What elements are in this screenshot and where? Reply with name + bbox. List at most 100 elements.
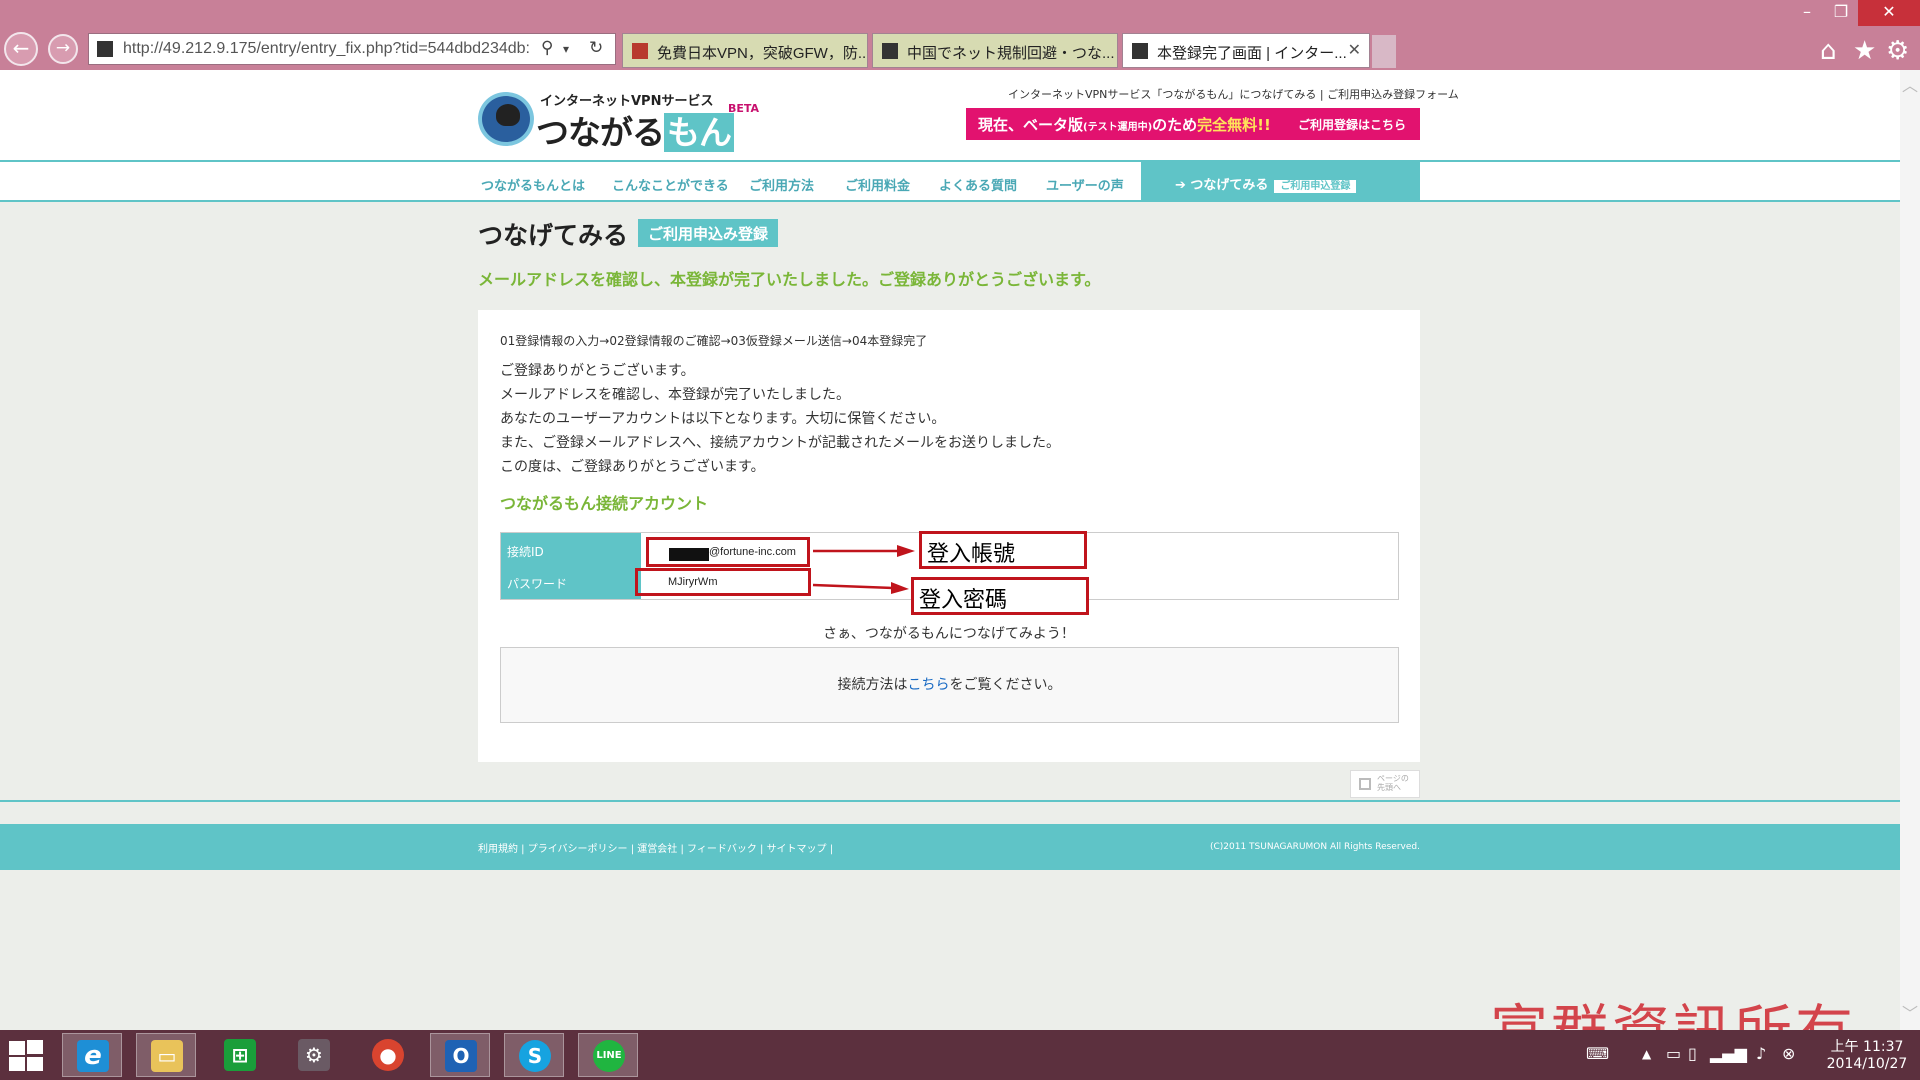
connection-id-label: 接続ID <box>507 545 544 559</box>
refresh-icon[interactable]: ↻ <box>589 38 603 58</box>
footer-link-company[interactable]: 運営会社 <box>637 844 677 855</box>
gear-icon[interactable]: ⚙ <box>1886 36 1909 66</box>
skype-icon: S <box>519 1040 551 1072</box>
forward-arrow-icon: → <box>55 38 71 58</box>
nav-item-faq[interactable]: よくある質問 <box>939 175 1017 194</box>
beta-banner[interactable]: 現在、ベータ版(テスト運用中)のため完全無料!! ご利用登録はこちら <box>966 108 1420 140</box>
signal-icon[interactable]: ▂▄▆ <box>1710 1044 1747 1063</box>
page-title-badge: ご利用申込み登録 <box>638 219 779 247</box>
page-top-button[interactable]: ページの 先頭へ <box>1350 770 1420 798</box>
tab-favicon <box>1132 43 1148 59</box>
tab-vpn-japanese[interactable]: 中国でネット規制回避・つな... <box>872 33 1118 68</box>
chevron-down-icon[interactable]: ▾ <box>563 42 569 56</box>
message-line: また、ご登録メールアドレスへ、接続アカウントが記載されたメールをお送りしました。 <box>500 435 1060 451</box>
vertical-scrollbar[interactable]: ︿ ﹀ <box>1900 70 1920 1030</box>
search-icon[interactable]: ⚲ <box>541 38 553 58</box>
page-top-label-a: ページの <box>1377 774 1409 783</box>
taskbar-app-device[interactable]: ⚙ <box>284 1033 344 1077</box>
taskbar-app-line[interactable]: LINE <box>578 1033 638 1077</box>
nav-item-pricing[interactable]: ご利用料金 <box>845 175 910 194</box>
clock-time[interactable]: 上午 11:37 <box>1822 1036 1912 1056</box>
taskbar-app-skype[interactable]: S <box>504 1033 564 1077</box>
howto-link[interactable]: こちら <box>908 677 950 693</box>
footer-link-terms[interactable]: 利用規約 <box>478 844 518 855</box>
taskbar-app-chrome[interactable]: ● <box>358 1033 418 1077</box>
footer-divider <box>0 800 1900 802</box>
taskbar-app-outlook[interactable]: O <box>430 1033 490 1077</box>
nav-item-usage[interactable]: ご利用方法 <box>749 175 814 194</box>
global-nav: つながるもんとは こんなことができる ご利用方法 ご利用料金 よくある質問 ユー… <box>0 162 1900 202</box>
show-hidden-icons-icon[interactable]: ▲ <box>1642 1047 1651 1061</box>
footer-link-sitemap[interactable]: サイトマップ <box>767 844 827 855</box>
account-table: 接続ID パスワード @fortune-inc.com MJiryrWm 登入帳… <box>500 531 1399 615</box>
back-arrow-icon: ← <box>12 36 30 60</box>
close-window-button[interactable]: ✕ <box>1858 0 1920 26</box>
internet-explorer-icon: e <box>77 1040 109 1072</box>
taskbar-app-store[interactable]: ⊞ <box>210 1033 270 1077</box>
star-icon[interactable]: ★ <box>1853 36 1876 66</box>
logo-cat-icon <box>478 92 534 146</box>
display-icon[interactable]: ▭ <box>1666 1044 1681 1063</box>
nav-connect-label: つなげてみる <box>1190 178 1269 193</box>
arrow-right-icon: ➔ <box>1175 178 1191 193</box>
banner-text-c: のため <box>1152 116 1198 134</box>
file-explorer-icon: ▭ <box>151 1040 183 1072</box>
footer-links: 利用規約 | プライバシーポリシー | 運営会社 | フィードバック | サイト… <box>478 844 834 855</box>
logo-wordmark: つながるもん <box>536 106 734 154</box>
keyboard-icon[interactable]: ⌨ <box>1586 1044 1609 1063</box>
store-icon: ⊞ <box>224 1039 256 1071</box>
howto-prefix: 接続方法は <box>837 677 908 693</box>
nav-item-connect[interactable]: ➔ つなげてみる ご利用申込登録 <box>1141 162 1420 202</box>
forward-button[interactable]: → <box>48 34 78 64</box>
banner-text-b: (テスト運用中) <box>1083 122 1153 133</box>
footer-link-feedback[interactable]: フィードバック <box>687 844 757 855</box>
browser-chrome: – ❐ ✕ ← → http://49.212.9.175/entry/entr… <box>0 0 1920 70</box>
page-top-label-b: 先頭へ <box>1377 783 1401 792</box>
redaction-mask <box>669 548 709 561</box>
scroll-down-icon[interactable]: ﹀ <box>1902 1000 1918 1024</box>
message-line: ご登録ありがとうございます。 <box>500 363 695 379</box>
taskbar-app-explorer[interactable]: ▭ <box>136 1033 196 1077</box>
page-viewport: インターネットVPNサービス つながるもん BETA インターネットVPNサービ… <box>0 70 1900 1030</box>
line-icon: LINE <box>593 1040 625 1072</box>
action-center-icon[interactable]: ⊗ <box>1782 1044 1795 1063</box>
account-label-column: 接続ID パスワード <box>501 533 641 599</box>
site-logo[interactable]: インターネットVPNサービス つながるもん BETA <box>478 88 759 154</box>
tab-active-registration[interactable]: 本登録完了画面 | インター... ✕ <box>1122 33 1370 68</box>
footer-link-privacy[interactable]: プライバシーポリシー <box>528 844 628 855</box>
registration-steps: 01登録情報の入力→02登録情報のご確認→03仮登録メール送信→04本登録完了 <box>500 334 928 348</box>
nav-item-about[interactable]: つながるもんとは <box>481 175 585 194</box>
new-tab-button[interactable] <box>1372 35 1396 68</box>
password-value: MJiryrWm <box>668 576 718 588</box>
content-box: 01登録情報の入力→02登録情報のご確認→03仮登録メール送信→04本登録完了 … <box>478 310 1420 762</box>
footer-copyright: (C)2011 TSUNAGARUMON All Rights Reserved… <box>1209 842 1420 852</box>
logo-wordmark-a: つながる <box>536 113 665 152</box>
nav-item-features[interactable]: こんなことができる <box>612 175 729 194</box>
register-link[interactable]: ご利用登録はこちら <box>1298 116 1406 133</box>
outlook-icon: O <box>445 1040 477 1072</box>
taskbar-app-ie[interactable]: e <box>62 1033 122 1077</box>
message-line: あなたのユーザーアカウントは以下となります。大切に保管ください。 <box>500 411 946 427</box>
home-icon[interactable]: ⌂ <box>1820 36 1837 66</box>
header-tagline: インターネットVPNサービス「つながるもん」につなげてみる | ご利用申込み登録… <box>1008 88 1459 101</box>
address-url[interactable]: http://49.212.9.175/entry/entry_fix.php?… <box>123 40 533 58</box>
cta-text: さぁ、つながるもんにつなげてみよう！ <box>823 626 1075 642</box>
start-button[interactable] <box>8 1040 44 1072</box>
clock-date[interactable]: 2014/10/27 <box>1818 1056 1916 1072</box>
volume-icon[interactable]: ♪ <box>1756 1044 1766 1063</box>
nav-item-voices[interactable]: ユーザーの声 <box>1046 175 1124 194</box>
logo-wordmark-b: もん <box>664 113 734 152</box>
banner-free-text: 完全無料!! <box>1197 116 1271 134</box>
close-tab-icon[interactable]: ✕ <box>1348 40 1361 60</box>
password-label: パスワード <box>507 577 568 591</box>
page-lead: メールアドレスを確認し、本登録が完了いたしました。ご登録ありがとうございます。 <box>478 270 1101 289</box>
back-button[interactable]: ← <box>4 32 38 66</box>
battery-icon[interactable]: ▯ <box>1688 1044 1697 1063</box>
message-line: この度は、ご登録ありがとうございます。 <box>500 459 765 475</box>
connection-id-value: @fortune-inc.com <box>709 546 796 558</box>
logo-beta-badge: BETA <box>728 102 760 115</box>
page-title: つなげてみる <box>478 221 629 250</box>
scroll-up-icon[interactable]: ︿ <box>1902 72 1918 96</box>
address-bar[interactable]: http://49.212.9.175/entry/entry_fix.php?… <box>88 33 616 65</box>
tab-vpn-chinese[interactable]: 免費日本VPN，突破GFW，防... <box>622 33 868 68</box>
